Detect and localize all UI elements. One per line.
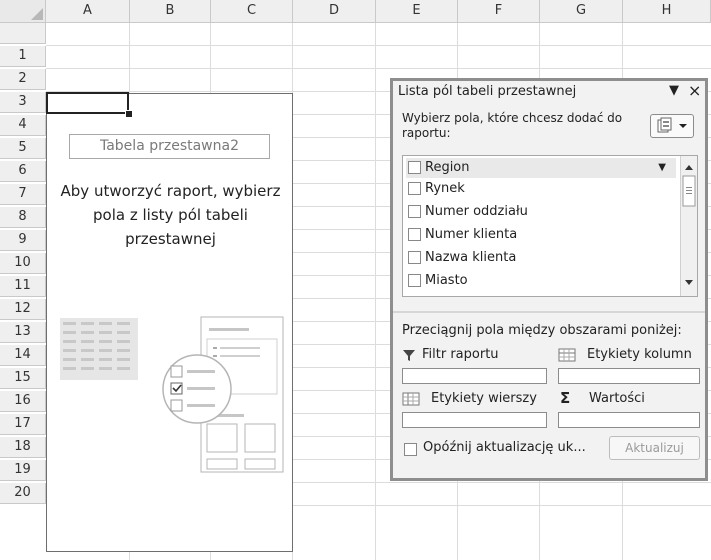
row-header-10[interactable]: 10 [0, 253, 46, 274]
pane-separator [393, 311, 705, 313]
row-header-15[interactable]: 15 [0, 368, 46, 389]
field-checkbox[interactable] [408, 251, 421, 264]
pane-close-icon[interactable]: × [688, 81, 701, 100]
drag-hint: Przeciągnij pola między obszarami poniże… [402, 323, 682, 338]
select-all-corner[interactable] [0, 0, 46, 23]
rows-area-label: Etykiety wierszy [431, 391, 537, 406]
pivot-table-name: Tabela przestawna2 [69, 134, 270, 159]
column-header-d[interactable]: D [293, 0, 376, 23]
column-header-a[interactable]: A [46, 0, 130, 23]
defer-update-checkbox[interactable] [404, 443, 417, 456]
field-checkbox[interactable] [408, 274, 421, 287]
row-header-14[interactable]: 14 [0, 345, 46, 366]
field-label: Region [425, 160, 470, 175]
column-header-e[interactable]: E [376, 0, 458, 23]
values-area-label: Wartości [589, 391, 645, 406]
row-header-9[interactable]: 9 [0, 230, 46, 251]
gridline [46, 68, 711, 69]
defer-update-label: Opóźnij aktualizację uk... [423, 440, 586, 455]
field-dropdown-icon[interactable]: ▼ [658, 158, 666, 178]
field-checkbox[interactable] [408, 228, 421, 241]
row-header-18[interactable]: 18 [0, 437, 46, 458]
field-item-region[interactable]: Region ▼ [406, 158, 676, 178]
column-labels-icon [558, 348, 576, 362]
values-drop-area[interactable] [558, 412, 700, 428]
filter-drop-area[interactable] [402, 368, 547, 384]
field-list-scrollbar[interactable] [680, 156, 697, 296]
field-item-numer-klienta[interactable]: Numer klienta [406, 225, 676, 245]
row-header-3[interactable]: 3 [0, 92, 46, 113]
row-labels-icon [402, 392, 420, 406]
field-item-rynek[interactable]: Rynek [406, 179, 676, 199]
columns-drop-area[interactable] [558, 368, 700, 384]
row-header-0 [0, 23, 46, 44]
row-header-17[interactable]: 17 [0, 414, 46, 435]
row-header-5[interactable]: 5 [0, 138, 46, 159]
pivot-instruction-text: Aby utworzyć raport, wybierz pola z list… [60, 182, 281, 248]
field-item-nazwa-klienta[interactable]: Nazwa klienta [406, 248, 676, 268]
row-header-6[interactable]: 6 [0, 161, 46, 182]
field-label: Nazwa klienta [425, 250, 517, 265]
gridline [375, 23, 376, 560]
field-label: Numer klienta [425, 227, 518, 242]
rows-drop-area[interactable] [402, 412, 547, 428]
field-label: Rynek [425, 181, 465, 196]
column-header-f[interactable]: F [458, 0, 540, 23]
field-item-miasto[interactable]: Miasto [406, 271, 676, 291]
row-header-2[interactable]: 2 [0, 69, 46, 90]
fill-handle[interactable] [125, 110, 133, 118]
update-button[interactable]: Aktualizuj [609, 436, 700, 460]
row-header-4[interactable]: 4 [0, 115, 46, 136]
filter-area-label: Filtr raportu [422, 347, 499, 362]
columns-area-label: Etykiety kolumn [587, 347, 692, 362]
field-layout-icon [657, 117, 687, 133]
field-label: Miasto [425, 273, 468, 288]
pane-title: Lista pól tabeli przestawnej [398, 84, 577, 99]
row-header-8[interactable]: 8 [0, 207, 46, 228]
row-header-20[interactable]: 20 [0, 483, 46, 504]
column-header-h[interactable]: H [623, 0, 711, 23]
field-checkbox[interactable] [408, 205, 421, 218]
field-checkbox[interactable] [408, 161, 421, 174]
field-checkbox[interactable] [408, 182, 421, 195]
column-header-b[interactable]: B [130, 0, 211, 23]
row-header-13[interactable]: 13 [0, 322, 46, 343]
field-label: Numer oddziału [425, 204, 528, 219]
selected-cell[interactable] [46, 92, 129, 114]
row-header-16[interactable]: 16 [0, 391, 46, 412]
field-item-numer-oddzialu[interactable]: Numer oddziału [406, 202, 676, 222]
column-header-c[interactable]: C [211, 0, 293, 23]
pivot-illustration-icon [60, 316, 284, 473]
fields-instruction: Wybierz pola, które chcesz dodać do rapo… [402, 111, 623, 140]
row-header-11[interactable]: 11 [0, 276, 46, 297]
layout-options-button[interactable] [650, 114, 694, 138]
field-list[interactable]: Region ▼ Rynek Numer oddziału Numer klie… [402, 155, 698, 297]
pivot-field-list-pane[interactable]: Lista pól tabeli przestawnej ▼ × Wybierz… [390, 78, 708, 481]
filter-icon [403, 350, 415, 361]
pane-dropdown-icon[interactable]: ▼ [669, 83, 679, 98]
row-header-7[interactable]: 7 [0, 184, 46, 205]
row-header-1[interactable]: 1 [0, 46, 46, 67]
row-header-12[interactable]: 12 [0, 299, 46, 320]
row-header-19[interactable]: 19 [0, 460, 46, 481]
column-header-g[interactable]: G [540, 0, 623, 23]
sum-icon: Σ [560, 389, 571, 407]
gridline [46, 45, 711, 46]
scrollbar-arrows-icon [682, 165, 696, 285]
pivot-table-placeholder[interactable]: Tabela przestawna2 Aby utworzyć raport, … [46, 93, 293, 552]
